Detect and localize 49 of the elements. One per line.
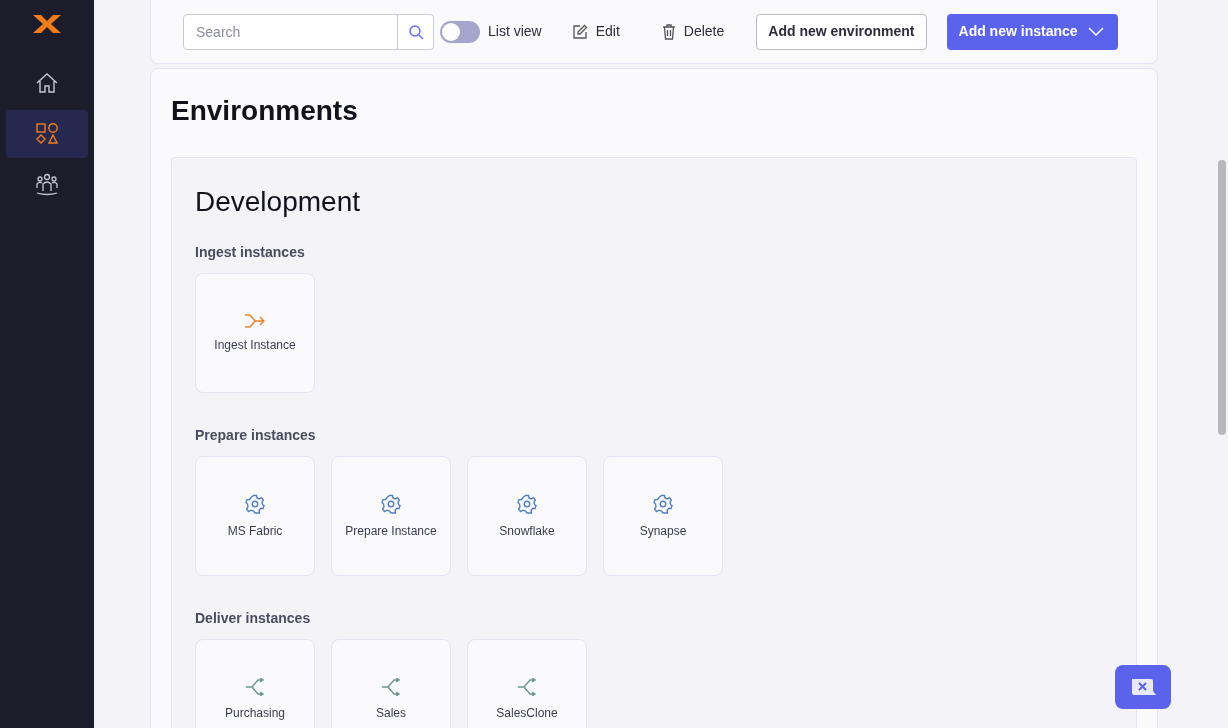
split-arrow-icon: [245, 678, 265, 696]
instance-card[interactable]: Prepare Instance: [331, 456, 451, 576]
section-title: Ingest instances: [195, 243, 306, 262]
edit-button[interactable]: Edit: [571, 21, 620, 42]
instance-name: SalesClone: [496, 705, 558, 722]
instance-name: Purchasing: [224, 705, 285, 722]
gear-icon: [653, 494, 673, 514]
instance-name: Synapse: [639, 523, 687, 540]
split-arrow-icon: [517, 678, 537, 696]
instance-name: MS Fabric: [227, 523, 283, 540]
scrollbar-thumb[interactable]: [1218, 160, 1226, 435]
instance-name: Prepare Instance: [345, 523, 437, 540]
add-instance-button[interactable]: Add new instance: [946, 13, 1118, 50]
environment-name: Development: [195, 185, 361, 219]
split-arrow-icon: [381, 678, 401, 696]
instance-name: Snowflake: [499, 523, 555, 540]
section-title: Prepare instances: [195, 426, 317, 445]
list-view-label: List view: [488, 22, 542, 41]
sidebar-item[interactable]: [6, 110, 88, 158]
chat-icon: [1129, 677, 1157, 697]
add-environment-button[interactable]: Add new environment: [756, 13, 927, 50]
instance-card[interactable]: MS Fabric: [195, 456, 315, 576]
instance-name: Ingest Instance: [214, 337, 296, 354]
instance-card[interactable]: SalesClone: [467, 639, 587, 728]
list-view-toggle[interactable]: [440, 20, 480, 43]
gear-icon: [517, 494, 537, 514]
instance-name: Sales: [376, 705, 406, 722]
edit-icon: [571, 23, 588, 40]
chevron-down-icon: [1087, 27, 1104, 36]
search-button[interactable]: [398, 13, 434, 50]
trash-icon: [661, 23, 676, 40]
chat-button[interactable]: [1115, 665, 1171, 709]
page-title: Environments: [171, 94, 359, 128]
instance-card[interactable]: Sales: [331, 639, 451, 728]
logo-icon: [32, 14, 62, 34]
gear-icon: [245, 494, 265, 514]
home-icon: [35, 72, 59, 96]
instance-card[interactable]: Ingest Instance: [195, 273, 315, 393]
instance-card[interactable]: Snowflake: [467, 456, 587, 576]
people-icon: [35, 172, 59, 196]
search-icon: [407, 23, 424, 40]
shapes-icon: [35, 122, 59, 146]
search-field[interactable]: Search: [183, 13, 398, 50]
ingest-icon: [244, 314, 266, 328]
section-title: Deliver instances: [195, 609, 312, 628]
delete-button[interactable]: Delete: [661, 21, 725, 42]
gear-icon: [381, 494, 401, 514]
instance-card[interactable]: Purchasing: [195, 639, 315, 728]
instance-card[interactable]: Synapse: [603, 456, 723, 576]
